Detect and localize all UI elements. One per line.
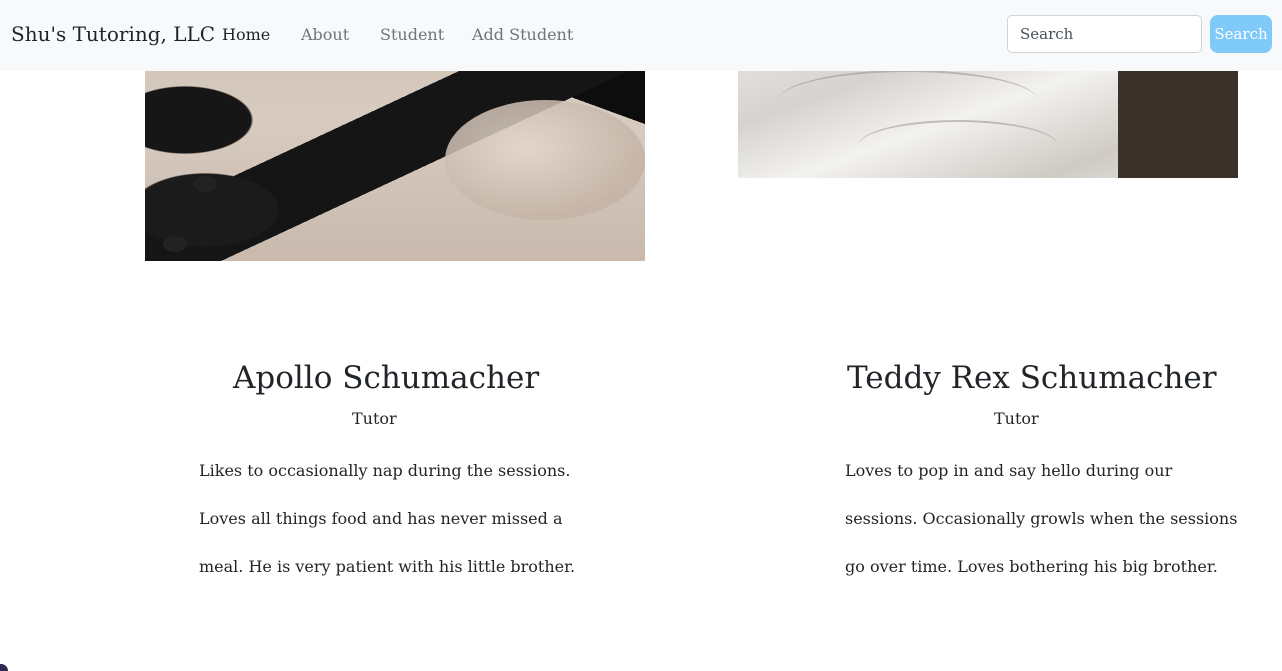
nav-link-add-student[interactable]: Add Student: [472, 25, 573, 44]
profile-bio-line: meal. He is very patient with his little…: [199, 557, 576, 576]
profile-name: Teddy Rex Schumacher: [847, 360, 1217, 396]
search-input[interactable]: [1007, 15, 1202, 53]
navbar: Shu's Tutoring, LLC Home About Student A…: [0, 0, 1282, 71]
nav-link-about[interactable]: About: [301, 25, 349, 44]
nav-link-student[interactable]: Student: [380, 25, 444, 44]
profile-bio-line: Likes to occasionally nap during the ses…: [199, 461, 571, 480]
search-button[interactable]: Search: [1210, 15, 1272, 53]
page: Shu's Tutoring, LLC Home About Student A…: [0, 0, 1282, 671]
profile-bio-line: Loves to pop in and say hello during our: [845, 461, 1173, 480]
profile-role: Tutor: [994, 409, 1039, 428]
page-corner-decoration: [0, 664, 8, 671]
profile-bio-line: sessions. Occasionally growls when the s…: [845, 509, 1238, 528]
nav-link-home[interactable]: Home: [222, 25, 270, 44]
profile-role: Tutor: [352, 409, 397, 428]
profile-bio-line: Loves all things food and has never miss…: [199, 509, 563, 528]
profile-bio-line: go over time. Loves bothering his big br…: [845, 557, 1218, 576]
profile-name: Apollo Schumacher: [233, 360, 540, 396]
brand-logo-link[interactable]: Shu's Tutoring, LLC: [11, 22, 215, 46]
